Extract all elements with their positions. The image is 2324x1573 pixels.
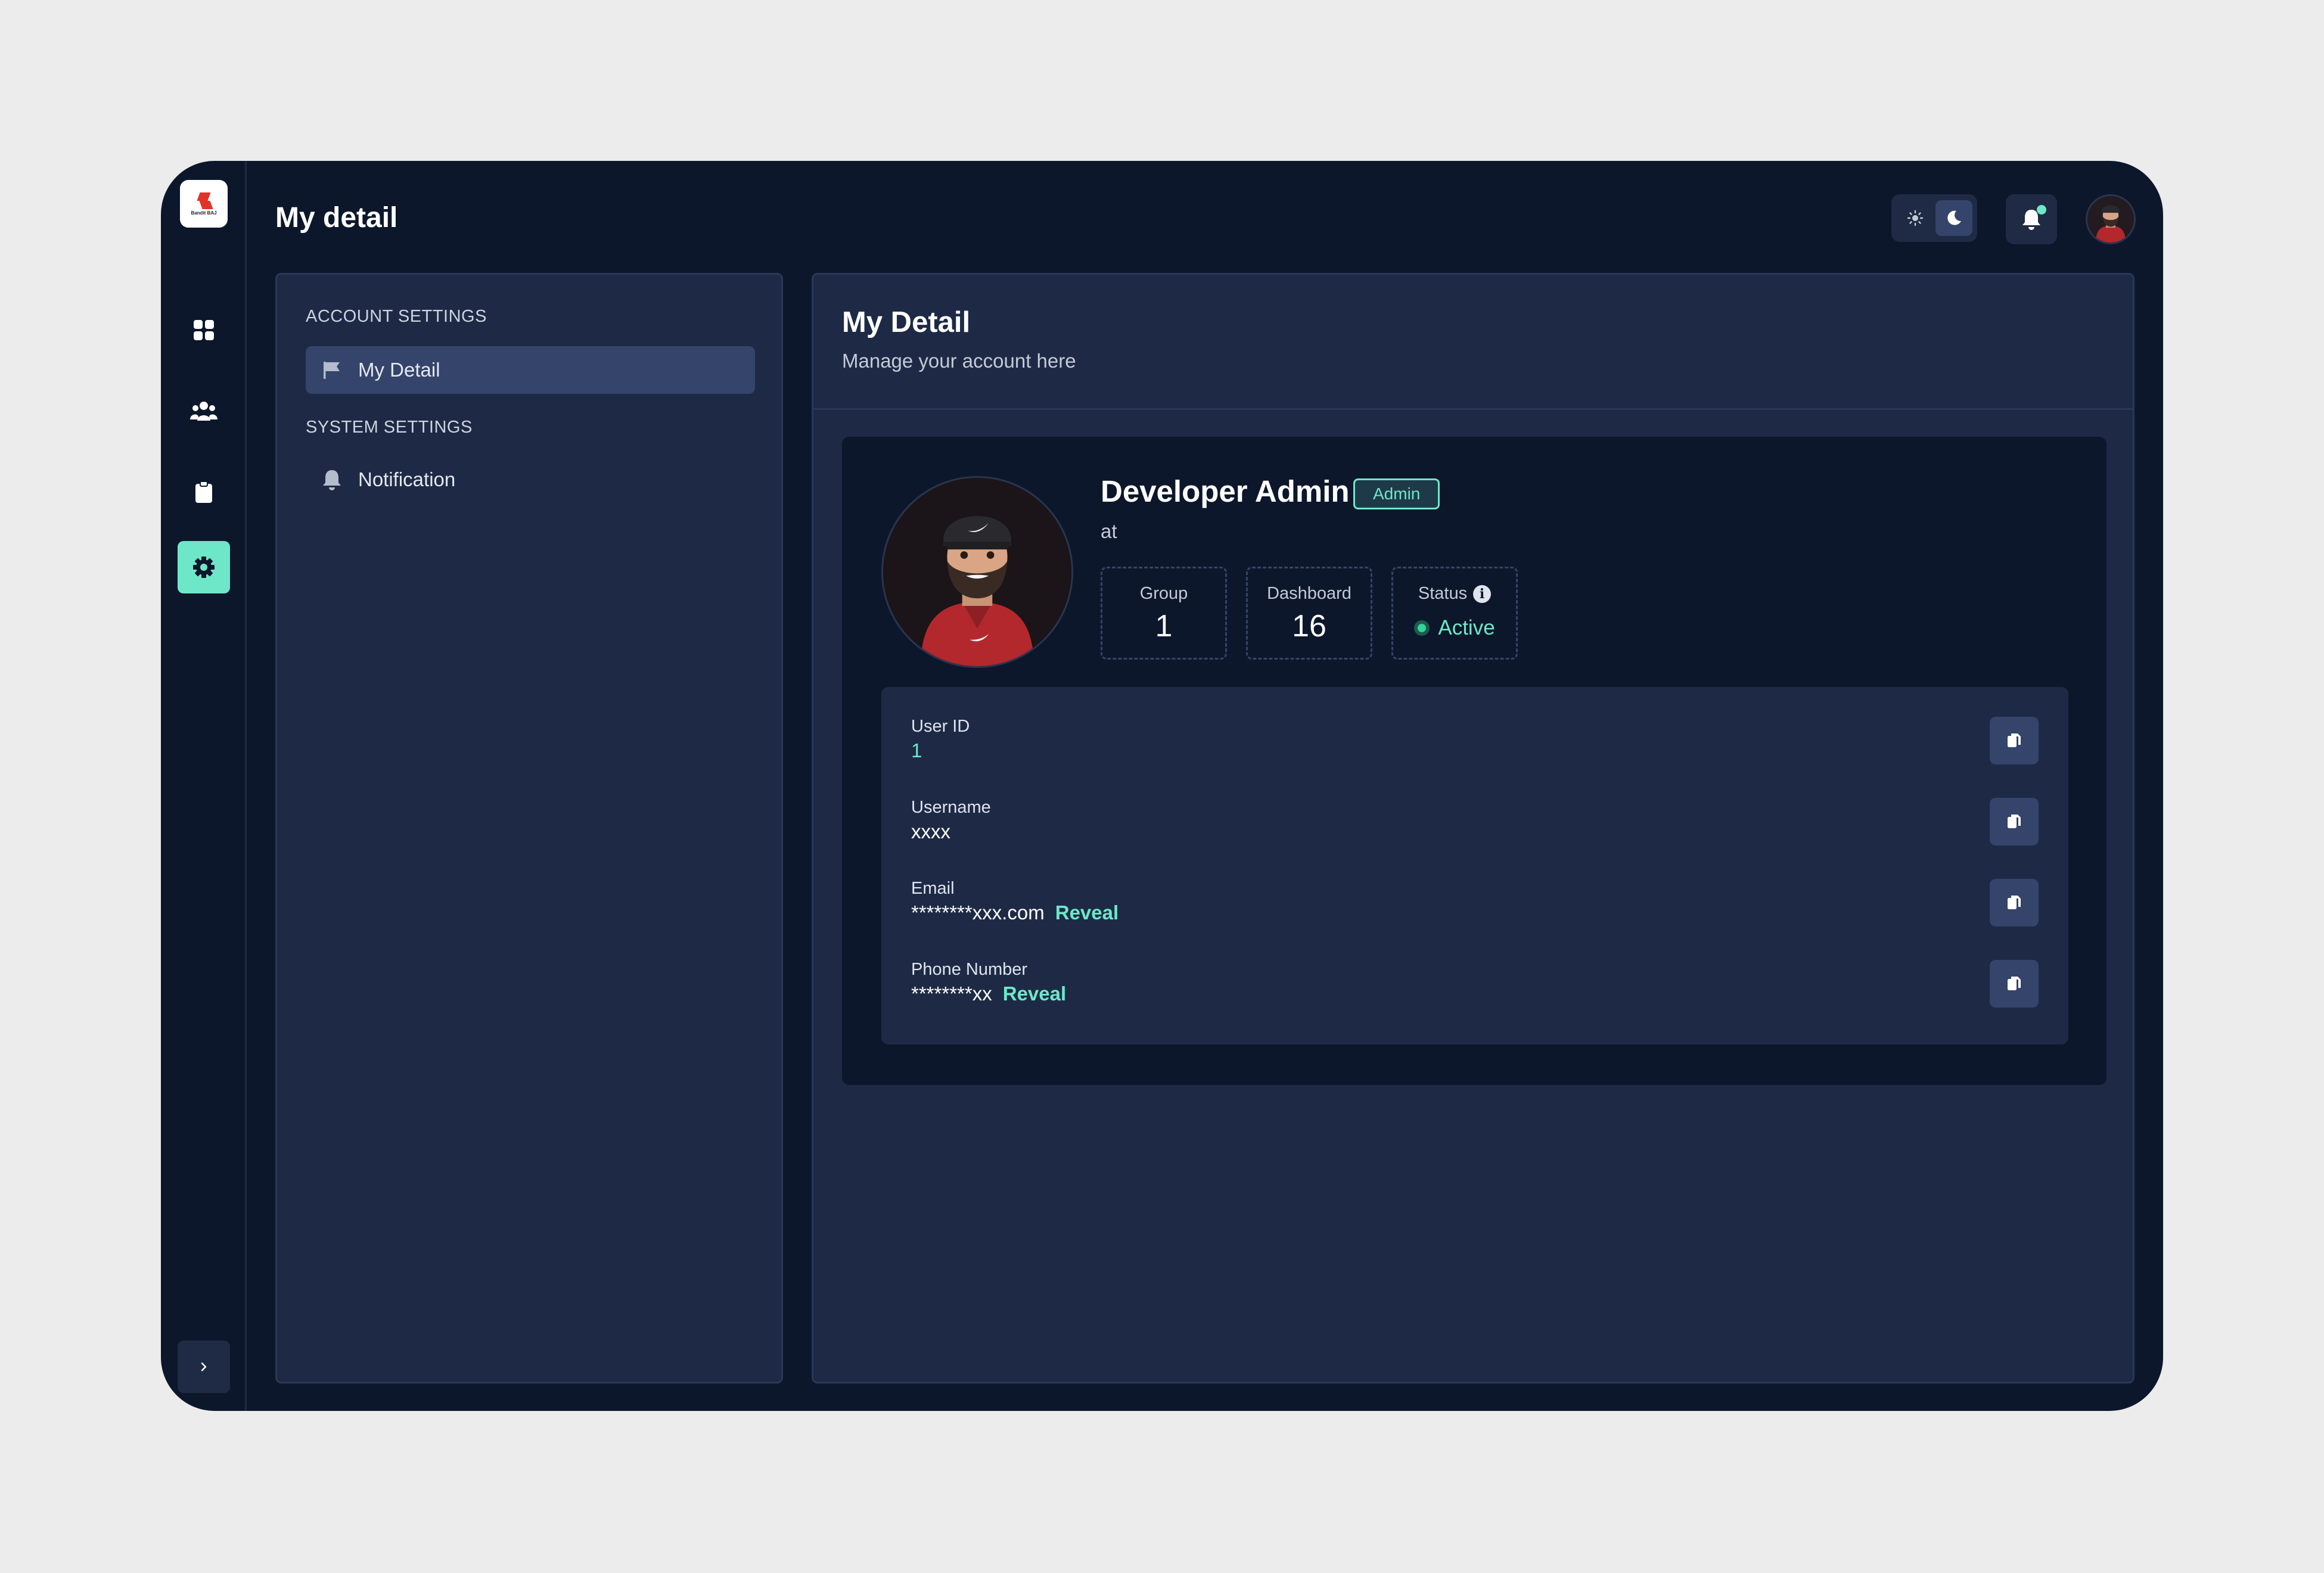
stat-value: 16 [1292, 609, 1326, 644]
copy-phone-button[interactable] [1990, 960, 2039, 1008]
copy-user-id-button[interactable] [1990, 717, 2039, 764]
flag-icon [306, 360, 358, 380]
status-value: Active [1438, 616, 1495, 639]
copy-icon [2008, 896, 2021, 909]
copy-icon [2008, 977, 2021, 990]
reveal-phone-link[interactable]: Reveal [1003, 983, 1066, 1005]
field-value-row: ********xxx.com Reveal [911, 901, 1118, 924]
detail-title: My Detail [842, 306, 971, 338]
settings-menu-panel: ACCOUNT SETTINGS My Detail SYSTEM SETTIN… [275, 273, 783, 1384]
profile-name: Developer Admin [1101, 474, 1350, 508]
stat-value: 1 [1155, 609, 1173, 644]
field-phone: Phone Number ********xx Reveal [911, 960, 2039, 1019]
grid-icon [194, 320, 214, 340]
stat-label: Dashboard [1267, 584, 1351, 603]
account-fields: User ID 1 Username xxxx Email ********xx… [881, 687, 2068, 1044]
sidebar-item-users[interactable] [178, 385, 230, 437]
field-value-row: ********xx Reveal [911, 983, 1066, 1005]
chevron-right-icon [201, 1362, 207, 1372]
dark-mode-button[interactable] [1935, 200, 1972, 236]
stat-label: Group [1139, 584, 1188, 603]
field-label: Phone Number [911, 960, 1028, 979]
divider [813, 408, 2133, 410]
menu-item-label: Notification [358, 468, 456, 490]
theme-toggle[interactable] [1891, 194, 1977, 242]
notification-dot [2037, 205, 2046, 214]
avatar [2087, 196, 2134, 243]
notifications-button[interactable] [2006, 194, 2057, 244]
stat-dashboard: Dashboard 16 [1246, 567, 1372, 660]
stat-group: Group 1 [1101, 567, 1227, 660]
sun-icon [1907, 210, 1924, 226]
user-avatar-button[interactable] [2086, 194, 2136, 244]
field-value-row: xxxx [911, 820, 950, 843]
role-badge: Admin [1353, 478, 1440, 509]
field-value: 1 [911, 739, 922, 761]
expand-sidebar-button[interactable] [178, 1341, 230, 1393]
field-label: User ID [911, 717, 970, 736]
app-window: Bandit BAJ My detail ACCOUNT SETTINGS My… [161, 161, 2163, 1411]
light-mode-button[interactable] [1899, 201, 1932, 235]
gear-icon [193, 557, 215, 578]
page-title: My detail [275, 202, 398, 234]
sidebar-item-reports[interactable] [178, 466, 230, 518]
profile-avatar [881, 476, 1073, 668]
menu-item-my-detail[interactable]: My Detail [306, 346, 755, 394]
field-email: Email ********xxx.com Reveal [911, 879, 2039, 938]
field-label: Username [911, 798, 991, 817]
copy-username-button[interactable] [1990, 798, 2039, 845]
info-icon[interactable]: i [1473, 585, 1492, 603]
field-user-id: User ID 1 [911, 717, 2039, 776]
account-settings-heading: ACCOUNT SETTINGS [306, 307, 487, 326]
stat-label: Status [1418, 584, 1468, 603]
menu-item-label: My Detail [358, 359, 440, 381]
field-value: ********xxx.com [911, 901, 1045, 924]
detail-panel: My Detail Manage your account here Devel… [812, 273, 2135, 1384]
field-label: Email [911, 879, 955, 898]
copy-icon [2008, 815, 2021, 828]
logo-mark [194, 192, 214, 210]
detail-subtitle: Manage your account here [842, 350, 1076, 372]
status-indicator-icon [1414, 620, 1430, 636]
stat-status: Status i Active [1391, 567, 1518, 660]
field-value-row: 1 [911, 739, 922, 762]
profile-card: Developer Admin Admin at Group 1 Dashboa… [842, 437, 2106, 1085]
status-value-row: Active [1393, 616, 1516, 640]
field-username: Username xxxx [911, 798, 2039, 857]
reveal-email-link[interactable]: Reveal [1055, 901, 1118, 924]
stat-label-row: Status i [1393, 584, 1516, 604]
moon-icon [1947, 210, 1961, 225]
bell-icon [306, 468, 358, 491]
clipboard-icon [195, 481, 212, 503]
copy-icon [2008, 733, 2021, 747]
profile-org: at [1101, 520, 1117, 542]
sidebar: Bandit BAJ [161, 161, 247, 1411]
sidebar-item-dashboard[interactable] [178, 304, 230, 356]
menu-item-notification[interactable]: Notification [306, 456, 755, 503]
sidebar-item-settings[interactable] [178, 541, 230, 593]
field-value: xxxx [911, 820, 950, 843]
app-logo[interactable]: Bandit BAJ [180, 180, 228, 228]
system-settings-heading: SYSTEM SETTINGS [306, 418, 473, 437]
users-icon [190, 402, 218, 421]
logo-text: Bandit BAJ [191, 210, 217, 216]
field-value: ********xx [911, 983, 992, 1005]
copy-email-button[interactable] [1990, 879, 2039, 927]
